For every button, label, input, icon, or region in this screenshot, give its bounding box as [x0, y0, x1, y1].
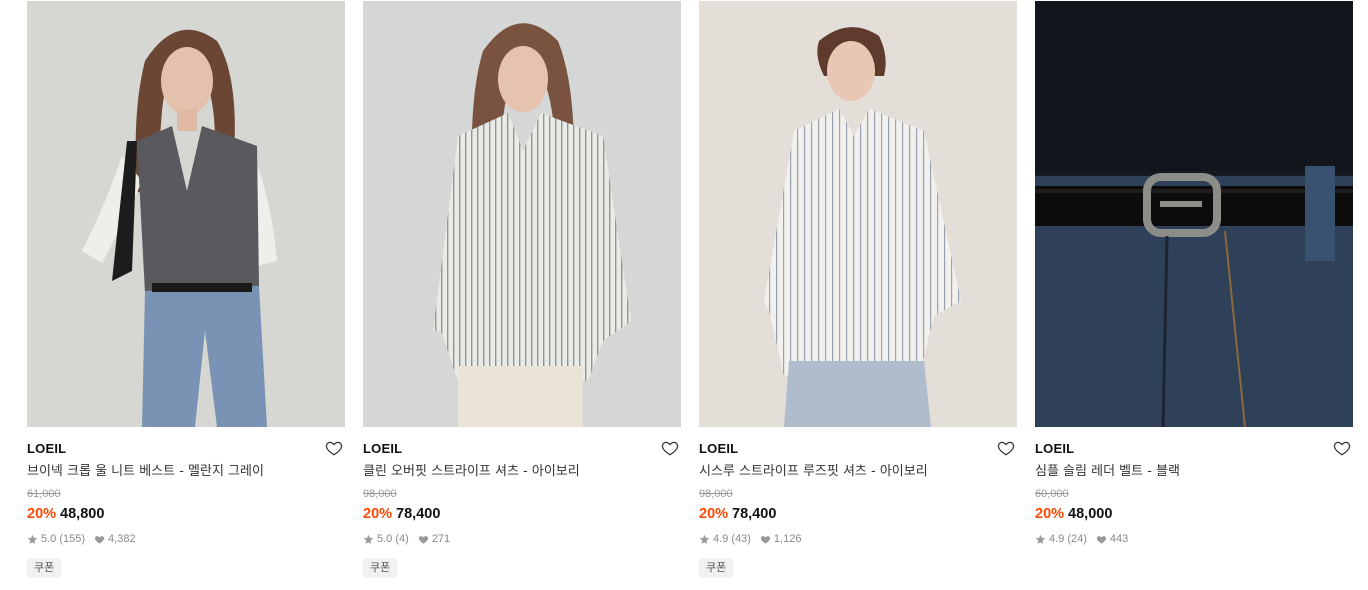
- product-info: LOEIL 클린 오버핏 스트라이프 셔츠 - 아이보리 98,000 20% 7…: [363, 427, 681, 578]
- product-stats: 5.0 (4) 271: [363, 532, 681, 546]
- star-icon: [27, 534, 38, 545]
- rating: 5.0 (155): [41, 533, 86, 545]
- like-count: 1,126: [773, 533, 802, 545]
- sale-price: 78,400: [732, 506, 777, 522]
- price-row: 20% 48,000: [1035, 505, 1353, 523]
- product-info: LOEIL 브이넥 크롭 울 니트 베스트 - 멜란지 그레이 61,000 2…: [27, 427, 345, 578]
- rating: 4.9 (43): [713, 533, 751, 545]
- heart-icon[interactable]: [325, 439, 343, 457]
- like-count: 443: [1109, 533, 1129, 545]
- star-icon: [363, 534, 374, 545]
- like-heart-icon: [1096, 534, 1107, 545]
- discount-rate: 20%: [363, 506, 393, 522]
- product-image[interactable]: [27, 1, 345, 427]
- discount-rate: 20%: [1035, 506, 1065, 522]
- price-row: 20% 78,400: [699, 505, 1017, 523]
- price-row: 20% 78,400: [363, 505, 681, 523]
- brand-name[interactable]: LOEIL: [27, 441, 345, 457]
- star-icon: [1035, 534, 1046, 545]
- star-icon: [699, 534, 710, 545]
- coupon-badge: 쿠폰: [27, 558, 62, 578]
- heart-icon[interactable]: [1333, 439, 1351, 457]
- product-image[interactable]: [363, 1, 681, 427]
- brand-name[interactable]: LOEIL: [699, 441, 1017, 457]
- original-price: 98,000: [699, 488, 733, 500]
- product-card[interactable]: LOEIL 브이넥 크롭 울 니트 베스트 - 멜란지 그레이 61,000 2…: [27, 1, 345, 590]
- product-name[interactable]: 클린 오버핏 스트라이프 셔츠 - 아이보리: [363, 463, 681, 481]
- sale-price: 48,800: [60, 506, 105, 522]
- like-heart-icon: [760, 534, 771, 545]
- sale-price: 48,000: [1068, 506, 1113, 522]
- sale-price: 78,400: [396, 506, 441, 522]
- product-info: LOEIL 심플 슬림 레더 벨트 - 블랙 60,000 20% 48,000 …: [1035, 427, 1353, 546]
- coupon-badge: 쿠폰: [363, 558, 398, 578]
- product-name[interactable]: 심플 슬림 레더 벨트 - 블랙: [1035, 463, 1353, 481]
- heart-icon[interactable]: [997, 439, 1015, 457]
- like-count: 271: [431, 533, 451, 545]
- like-count: 4,382: [108, 533, 136, 545]
- product-stats: 4.9 (43) 1,126: [699, 532, 1017, 546]
- product-card[interactable]: LOEIL 시스루 스트라이프 루즈핏 셔츠 - 아이보리 98,000 20%…: [699, 1, 1017, 590]
- brand-name[interactable]: LOEIL: [1035, 441, 1353, 457]
- like-heart-icon: [418, 534, 429, 545]
- product-card[interactable]: LOEIL 클린 오버핏 스트라이프 셔츠 - 아이보리 98,000 20% 7…: [363, 1, 681, 590]
- product-info: LOEIL 시스루 스트라이프 루즈핏 셔츠 - 아이보리 98,000 20%…: [699, 427, 1017, 578]
- brand-name[interactable]: LOEIL: [363, 441, 681, 457]
- product-image[interactable]: [699, 1, 1017, 427]
- product-card[interactable]: LOEIL 심플 슬림 레더 벨트 - 블랙 60,000 20% 48,000 …: [1035, 1, 1353, 590]
- rating: 5.0 (4): [377, 533, 409, 545]
- discount-rate: 20%: [27, 506, 57, 522]
- price-row: 20% 48,800: [27, 505, 345, 523]
- discount-rate: 20%: [699, 506, 729, 522]
- product-stats: 5.0 (155) 4,382: [27, 532, 345, 546]
- product-name[interactable]: 브이넥 크롭 울 니트 베스트 - 멜란지 그레이: [27, 463, 345, 481]
- product-stats: 4.9 (24) 443: [1035, 532, 1353, 546]
- heart-icon[interactable]: [661, 439, 679, 457]
- coupon-badge: 쿠폰: [699, 558, 734, 578]
- original-price: 98,000: [363, 488, 397, 500]
- like-heart-icon: [94, 534, 105, 545]
- product-image[interactable]: [1035, 1, 1353, 427]
- original-price: 61,000: [27, 488, 61, 500]
- product-grid: LOEIL 브이넥 크롭 울 니트 베스트 - 멜란지 그레이 61,000 2…: [27, 1, 1353, 590]
- original-price: 60,000: [1035, 488, 1069, 500]
- rating: 4.9 (24): [1049, 533, 1087, 545]
- product-name[interactable]: 시스루 스트라이프 루즈핏 셔츠 - 아이보리: [699, 463, 1017, 481]
